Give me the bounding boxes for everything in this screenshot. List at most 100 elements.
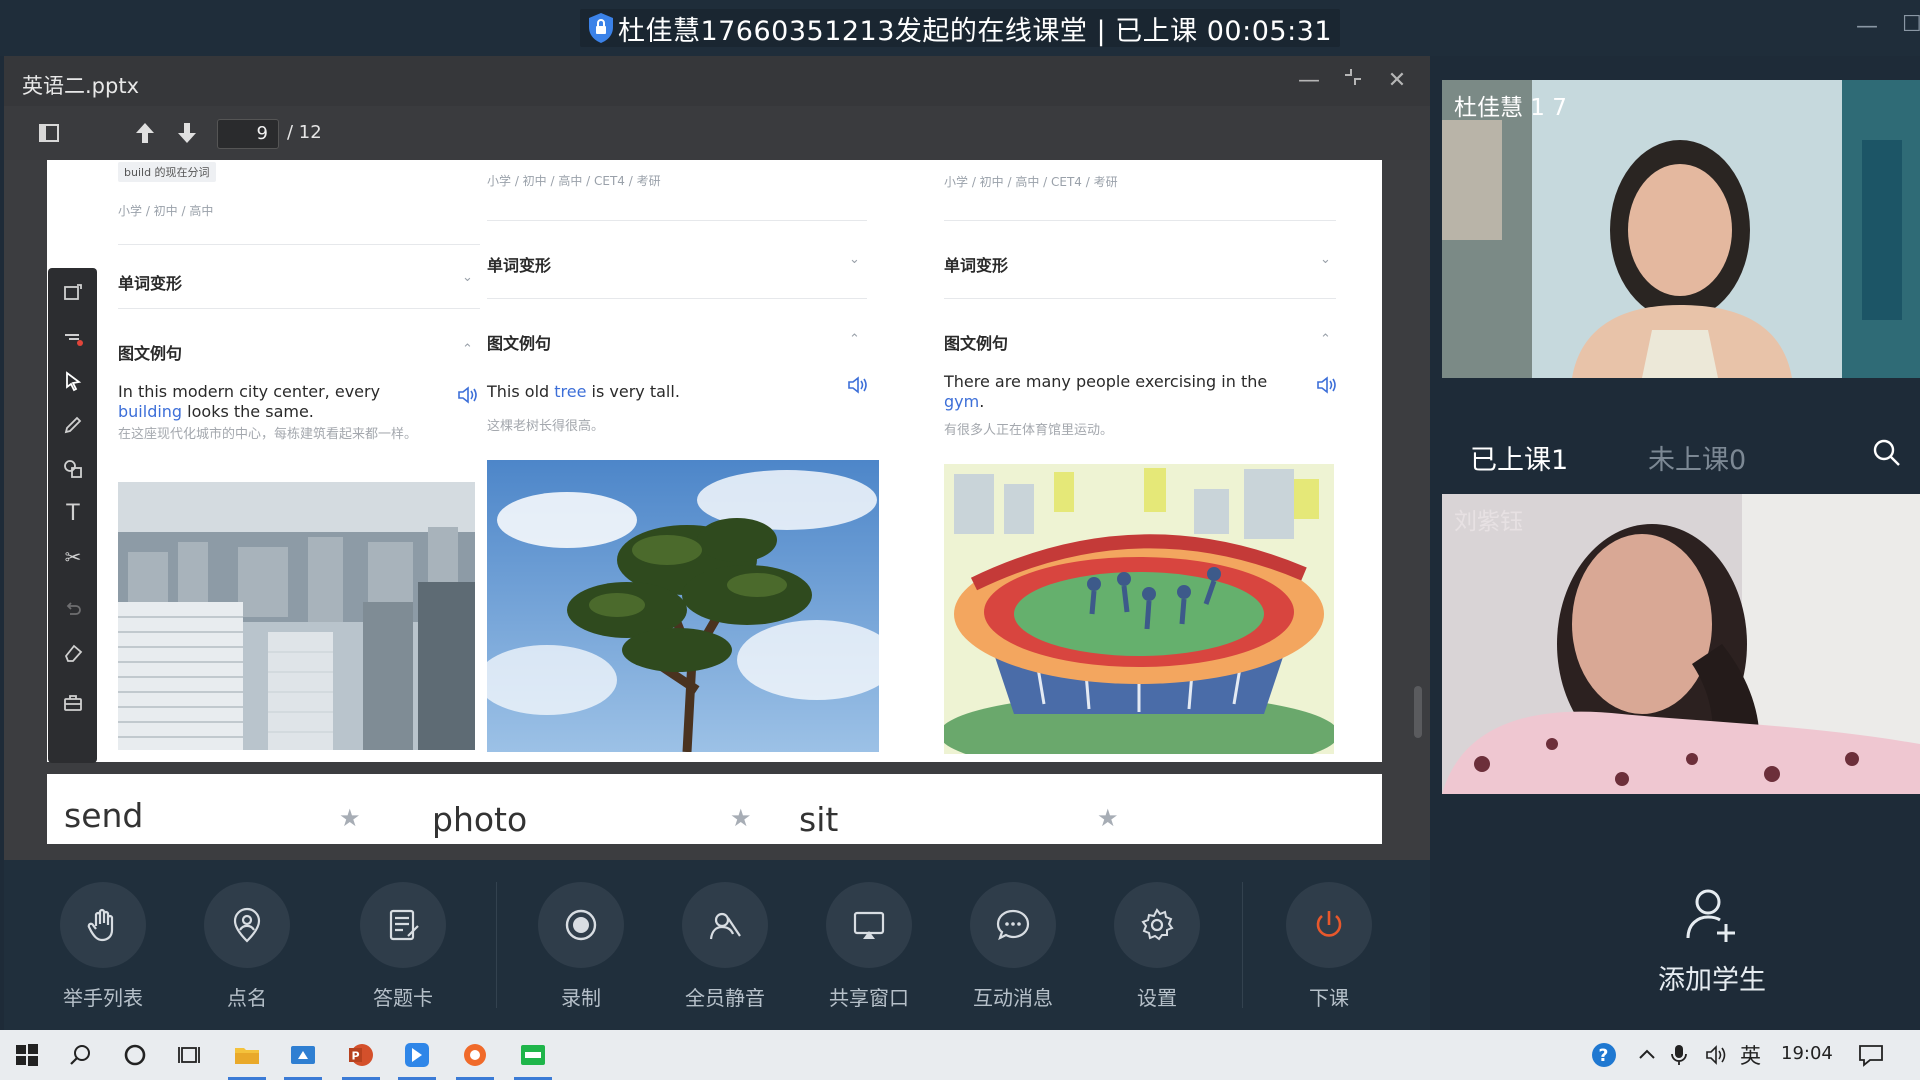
shapes-icon[interactable] xyxy=(60,456,86,482)
word-title: send xyxy=(64,796,144,835)
scissors-icon[interactable]: ✂ xyxy=(60,544,86,570)
keyword[interactable]: building xyxy=(118,402,182,421)
example-sentence: In this modern city center, every buildi… xyxy=(118,382,438,422)
help-icon[interactable]: ? xyxy=(1590,1040,1620,1070)
eraser-icon[interactable] xyxy=(60,640,86,666)
viewer-minimize-icon[interactable]: — xyxy=(1294,66,1324,96)
viewer-restore-icon[interactable] xyxy=(1338,66,1368,96)
notification-icon[interactable] xyxy=(1856,1040,1886,1070)
tray-expand-icon[interactable] xyxy=(1632,1040,1662,1070)
record-button[interactable]: 录制 xyxy=(516,882,646,1012)
page-down-icon[interactable] xyxy=(172,118,202,148)
sentence-part: There are many people exercising in the xyxy=(944,372,1268,391)
sentence-part: looks the same. xyxy=(182,402,314,421)
app-orange-icon[interactable] xyxy=(456,1040,494,1080)
sentence-part: is very tall. xyxy=(586,382,680,401)
raise-hand-list-button[interactable]: 举手列表 xyxy=(38,882,168,1012)
speaker-icon[interactable] xyxy=(457,386,479,404)
chevron-down-icon[interactable]: ⌄ xyxy=(462,270,473,285)
tab-attended[interactable]: 已上课1 xyxy=(1470,438,1568,477)
student-name: 刘紫钰 xyxy=(1454,509,1523,535)
divider xyxy=(118,244,480,245)
iqiyi-icon[interactable] xyxy=(514,1040,552,1080)
end-class-button[interactable]: 下课 xyxy=(1264,882,1394,1012)
toolbar-divider xyxy=(496,882,497,1008)
select-area-icon[interactable] xyxy=(60,280,86,306)
section-examples[interactable]: 图文例句 xyxy=(487,330,551,354)
pen-icon[interactable] xyxy=(60,412,86,438)
classroom-title: 杜佳慧17660351213发起的在线课堂 | 已上课 00:05:31 xyxy=(579,9,1341,47)
section-word-forms[interactable]: 单词变形 xyxy=(944,252,1008,276)
clock[interactable]: 19:04 xyxy=(1781,1043,1833,1064)
maximize-icon[interactable]: ☐ xyxy=(1902,12,1920,37)
slide-page: build 的现在分词 小学 / 初中 / 高中 单词变形 ⌄ 图文例句 ⌃ I… xyxy=(47,160,1382,762)
svg-text:P: P xyxy=(352,1050,360,1063)
star-icon[interactable]: ★ xyxy=(1097,804,1119,832)
sentence-part: This old xyxy=(487,382,555,401)
example-sentence: This old tree is very tall. xyxy=(487,382,827,402)
section-word-forms[interactable]: 单词变形 xyxy=(118,270,182,294)
app-feishu-icon[interactable] xyxy=(398,1040,436,1080)
annotation-toolbar: T ✂ xyxy=(48,268,97,763)
task-view-icon[interactable] xyxy=(174,1040,204,1070)
search-icon[interactable] xyxy=(66,1040,96,1070)
add-student-button[interactable]: 添加学生 xyxy=(1602,882,1822,997)
chevron-up-icon[interactable]: ⌃ xyxy=(849,332,860,347)
section-word-forms[interactable]: 单词变形 xyxy=(487,252,551,276)
chevron-down-icon[interactable]: ⌄ xyxy=(1320,252,1331,267)
section-examples[interactable]: 图文例句 xyxy=(118,340,182,364)
city-skyline-image xyxy=(118,482,475,750)
toolbar-divider xyxy=(1242,882,1243,1008)
chevron-down-icon[interactable]: ⌄ xyxy=(849,252,860,267)
answer-card-button[interactable]: 答题卡 xyxy=(338,882,468,1012)
divider xyxy=(944,220,1336,221)
roll-call-button[interactable]: 点名 xyxy=(182,882,312,1012)
undo-icon[interactable] xyxy=(60,596,86,622)
powerpoint-icon[interactable]: P xyxy=(342,1040,380,1080)
settings-button[interactable]: 设置 xyxy=(1092,882,1222,1012)
share-window-button[interactable]: 共享窗口 xyxy=(804,882,934,1012)
title-text: 杜佳慧17660351213发起的在线课堂 | 已上课 00:05:31 xyxy=(617,15,1333,47)
star-icon[interactable]: ★ xyxy=(339,804,361,832)
app-blue-icon[interactable] xyxy=(284,1040,322,1080)
chevron-up-icon[interactable]: ⌃ xyxy=(1320,332,1331,347)
keyword[interactable]: tree xyxy=(554,382,586,401)
keyword[interactable]: gym xyxy=(944,392,979,411)
text-tool-icon[interactable]: T xyxy=(60,500,86,526)
mute-all-button[interactable]: 全员静音 xyxy=(660,882,790,1012)
divider xyxy=(487,220,867,221)
search-icon[interactable] xyxy=(1872,438,1902,472)
chevron-up-icon[interactable]: ⌃ xyxy=(462,342,473,357)
laser-pointer-icon[interactable] xyxy=(60,324,86,350)
example-translation: 有很多人正在体育馆里运动。 xyxy=(944,423,1114,438)
speaker-icon[interactable] xyxy=(1316,376,1338,394)
interactive-messages-button[interactable]: 互动消息 xyxy=(948,882,1078,1012)
star-icon[interactable]: ★ xyxy=(730,804,752,832)
section-examples[interactable]: 图文例句 xyxy=(944,330,1008,354)
page-up-icon[interactable] xyxy=(130,118,160,148)
student-video[interactable]: 刘紫钰 xyxy=(1442,494,1920,794)
microphone-icon[interactable] xyxy=(1664,1040,1694,1070)
input-language[interactable]: 英 xyxy=(1740,1040,1761,1070)
mute-all-icon xyxy=(682,882,768,968)
gear-icon xyxy=(1114,882,1200,968)
windows-start-icon[interactable] xyxy=(12,1040,42,1070)
sentence-part: In this modern city center, every xyxy=(118,382,381,401)
viewer-close-icon[interactable]: ✕ xyxy=(1382,66,1412,96)
add-user-icon xyxy=(1686,889,1735,942)
svg-text:?: ? xyxy=(1599,1046,1609,1066)
speaker-icon[interactable] xyxy=(847,376,869,394)
tab-absent[interactable]: 未上课0 xyxy=(1648,438,1746,477)
minimize-icon[interactable]: — xyxy=(1856,14,1878,39)
scrollbar-thumb[interactable] xyxy=(1414,686,1422,738)
teacher-video[interactable]: 杜佳慧 1 7 xyxy=(1442,80,1920,378)
toolbox-icon[interactable] xyxy=(60,690,86,716)
word-note: build 的现在分词 xyxy=(118,162,216,182)
cortana-icon[interactable] xyxy=(120,1040,150,1070)
page-number-input[interactable]: 9 xyxy=(217,119,279,149)
pointer-arrow-icon[interactable] xyxy=(60,368,86,394)
level-tags: 小学 / 初中 / 高中 xyxy=(118,204,214,218)
volume-icon[interactable] xyxy=(1702,1040,1732,1070)
file-explorer-icon[interactable] xyxy=(228,1040,266,1080)
sidebar-toggle-icon[interactable] xyxy=(34,118,64,148)
